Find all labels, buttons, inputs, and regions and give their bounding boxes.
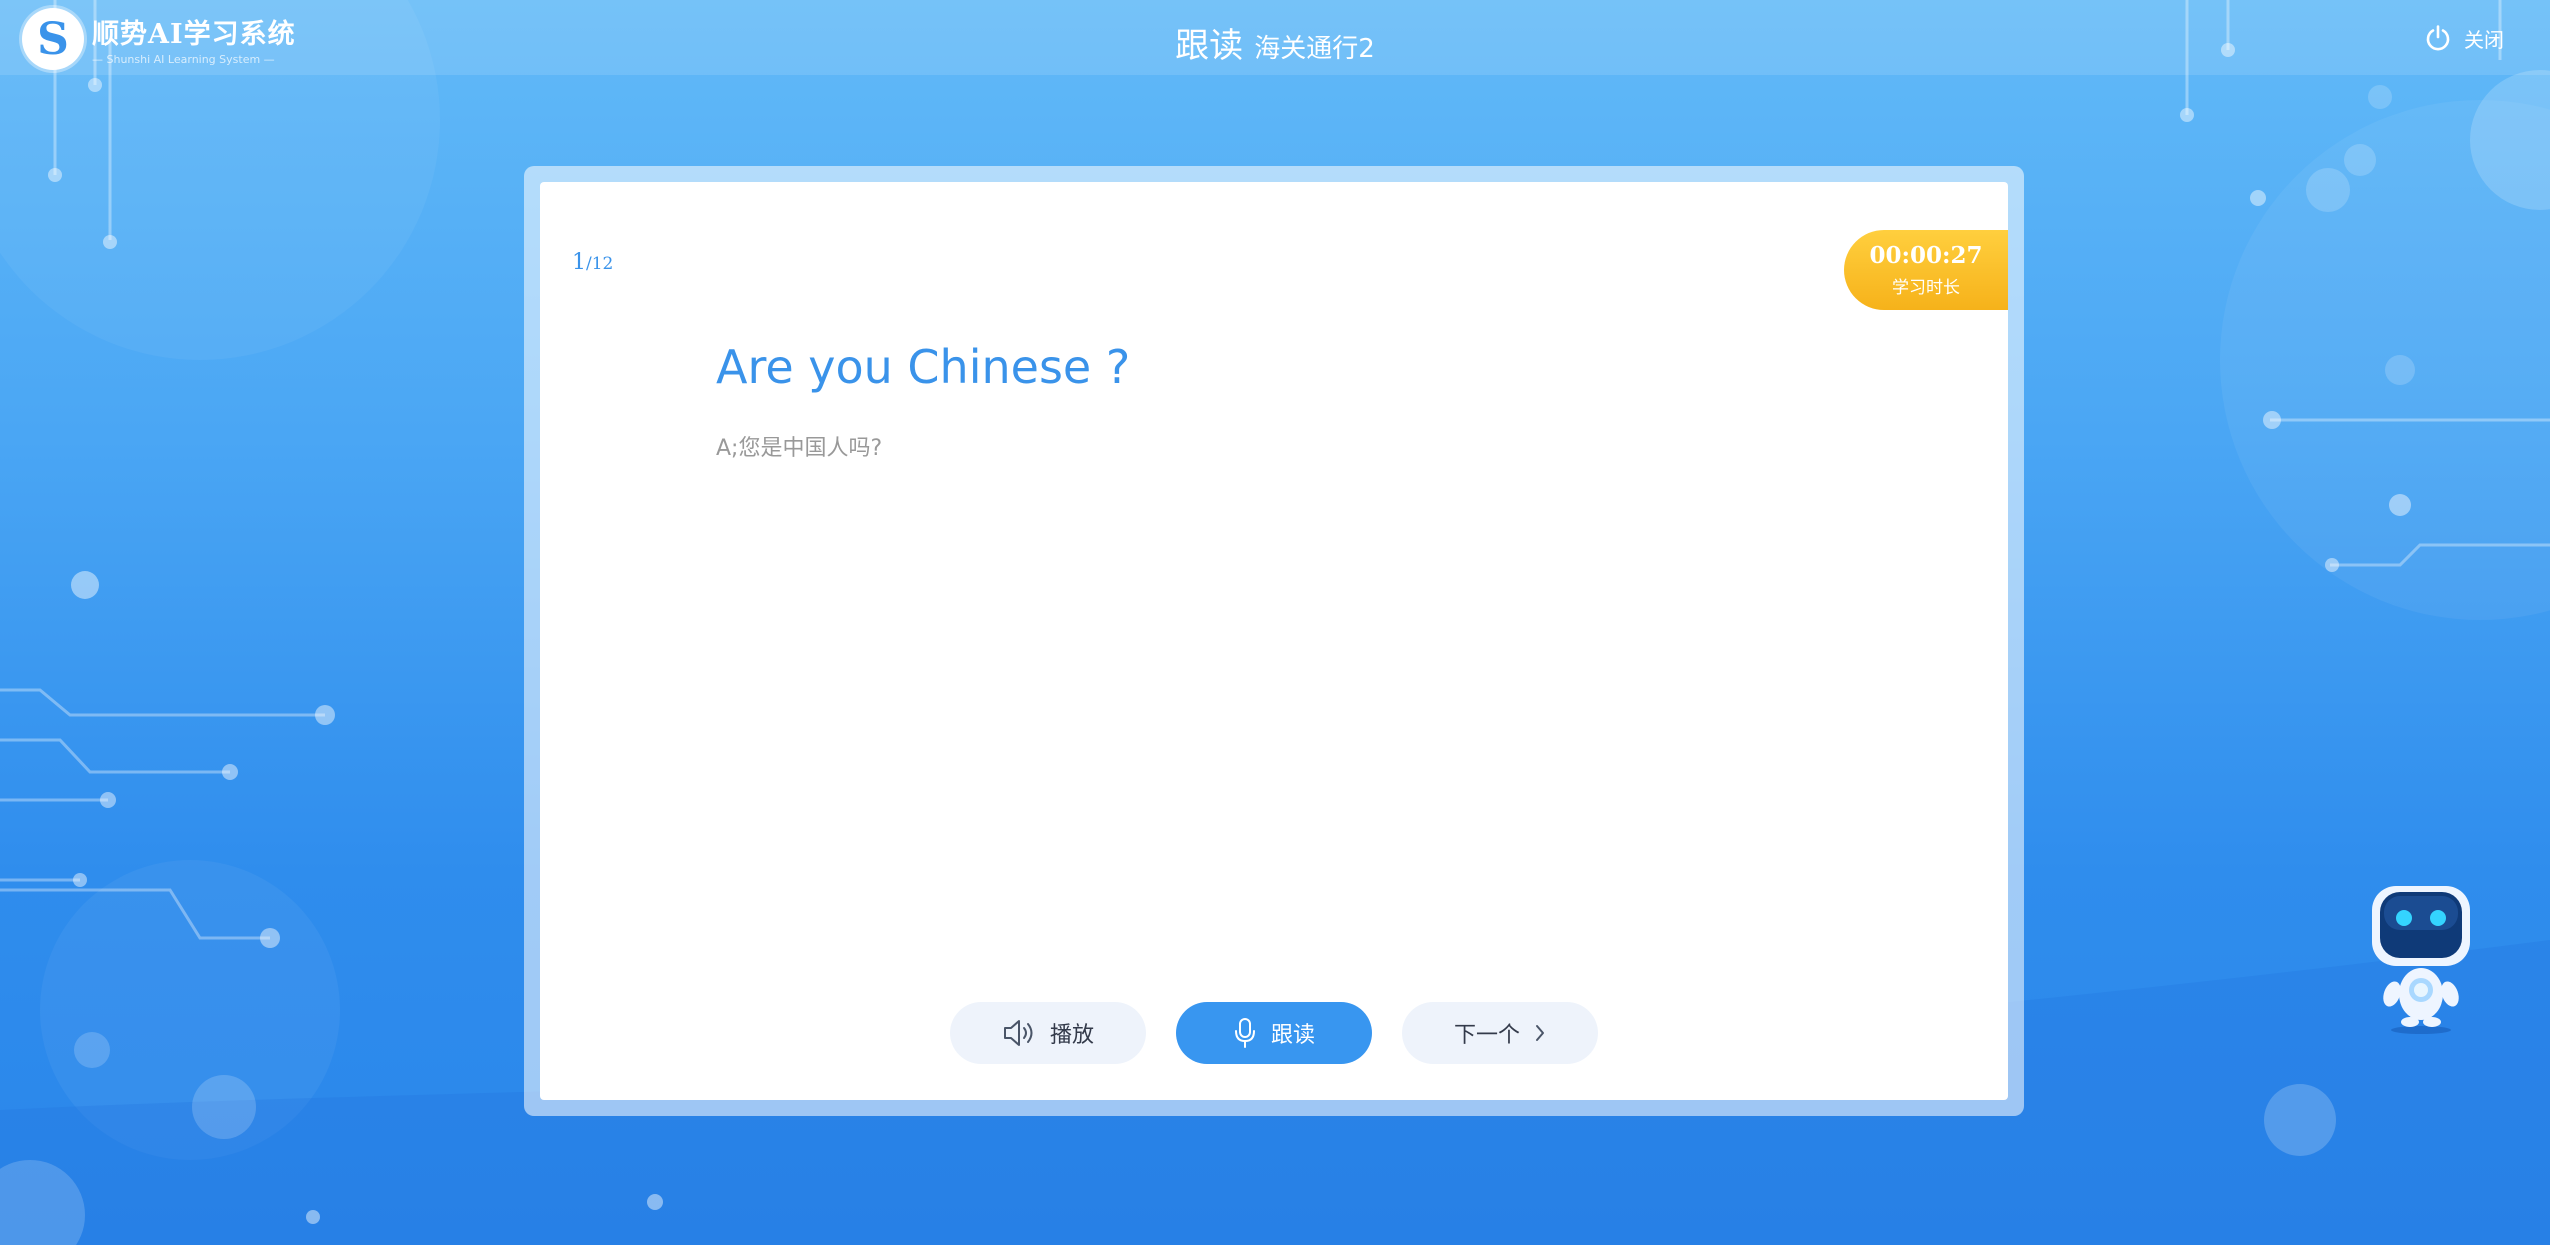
speaker-icon <box>1002 1018 1036 1048</box>
play-label: 播放 <box>1049 1023 1094 1048</box>
action-buttons: 播放 跟读 下一个 <box>540 1002 2008 1064</box>
robot-mascot[interactable] <box>2366 882 2476 1034</box>
page-title-sub: 海关通行2 <box>1254 34 1375 64</box>
follow-read-button[interactable]: 跟读 <box>1176 1002 1372 1064</box>
timer-label: 学习时长 <box>1892 278 1960 298</box>
power-icon <box>2424 24 2452 52</box>
top-bar: S 顺势AI学习系统 — Shunshi AI Learning System … <box>0 0 2550 75</box>
timer-value: 00:00:27 <box>1869 242 1983 269</box>
page-title-main: 跟读 <box>1175 26 1244 66</box>
next-button[interactable]: 下一个 <box>1402 1002 1598 1064</box>
close-label: 关闭 <box>2464 27 2504 52</box>
progress-counter: 1/12 <box>572 250 613 275</box>
card-frame: 1/12 00:00:27 学习时长 Are you Chinese ? A;您… <box>524 166 2024 1116</box>
progress-current: 1 <box>572 250 586 275</box>
follow-read-label: 跟读 <box>1270 1023 1315 1048</box>
chevron-right-icon <box>1534 1023 1546 1043</box>
chinese-translation: A;您是中国人吗? <box>716 436 883 461</box>
study-timer-badge: 00:00:27 学习时长 <box>1844 230 2008 310</box>
microphone-icon <box>1233 1017 1257 1049</box>
close-button[interactable]: 关闭 <box>2424 20 2504 56</box>
progress-total: /12 <box>586 254 614 274</box>
page-title: 跟读 海关通行2 <box>0 18 2550 67</box>
next-label: 下一个 <box>1453 1023 1520 1048</box>
play-button[interactable]: 播放 <box>950 1002 1146 1064</box>
english-sentence: Are you Chinese ? <box>716 340 1131 394</box>
reading-card: 1/12 00:00:27 学习时长 Are you Chinese ? A;您… <box>540 182 2008 1100</box>
